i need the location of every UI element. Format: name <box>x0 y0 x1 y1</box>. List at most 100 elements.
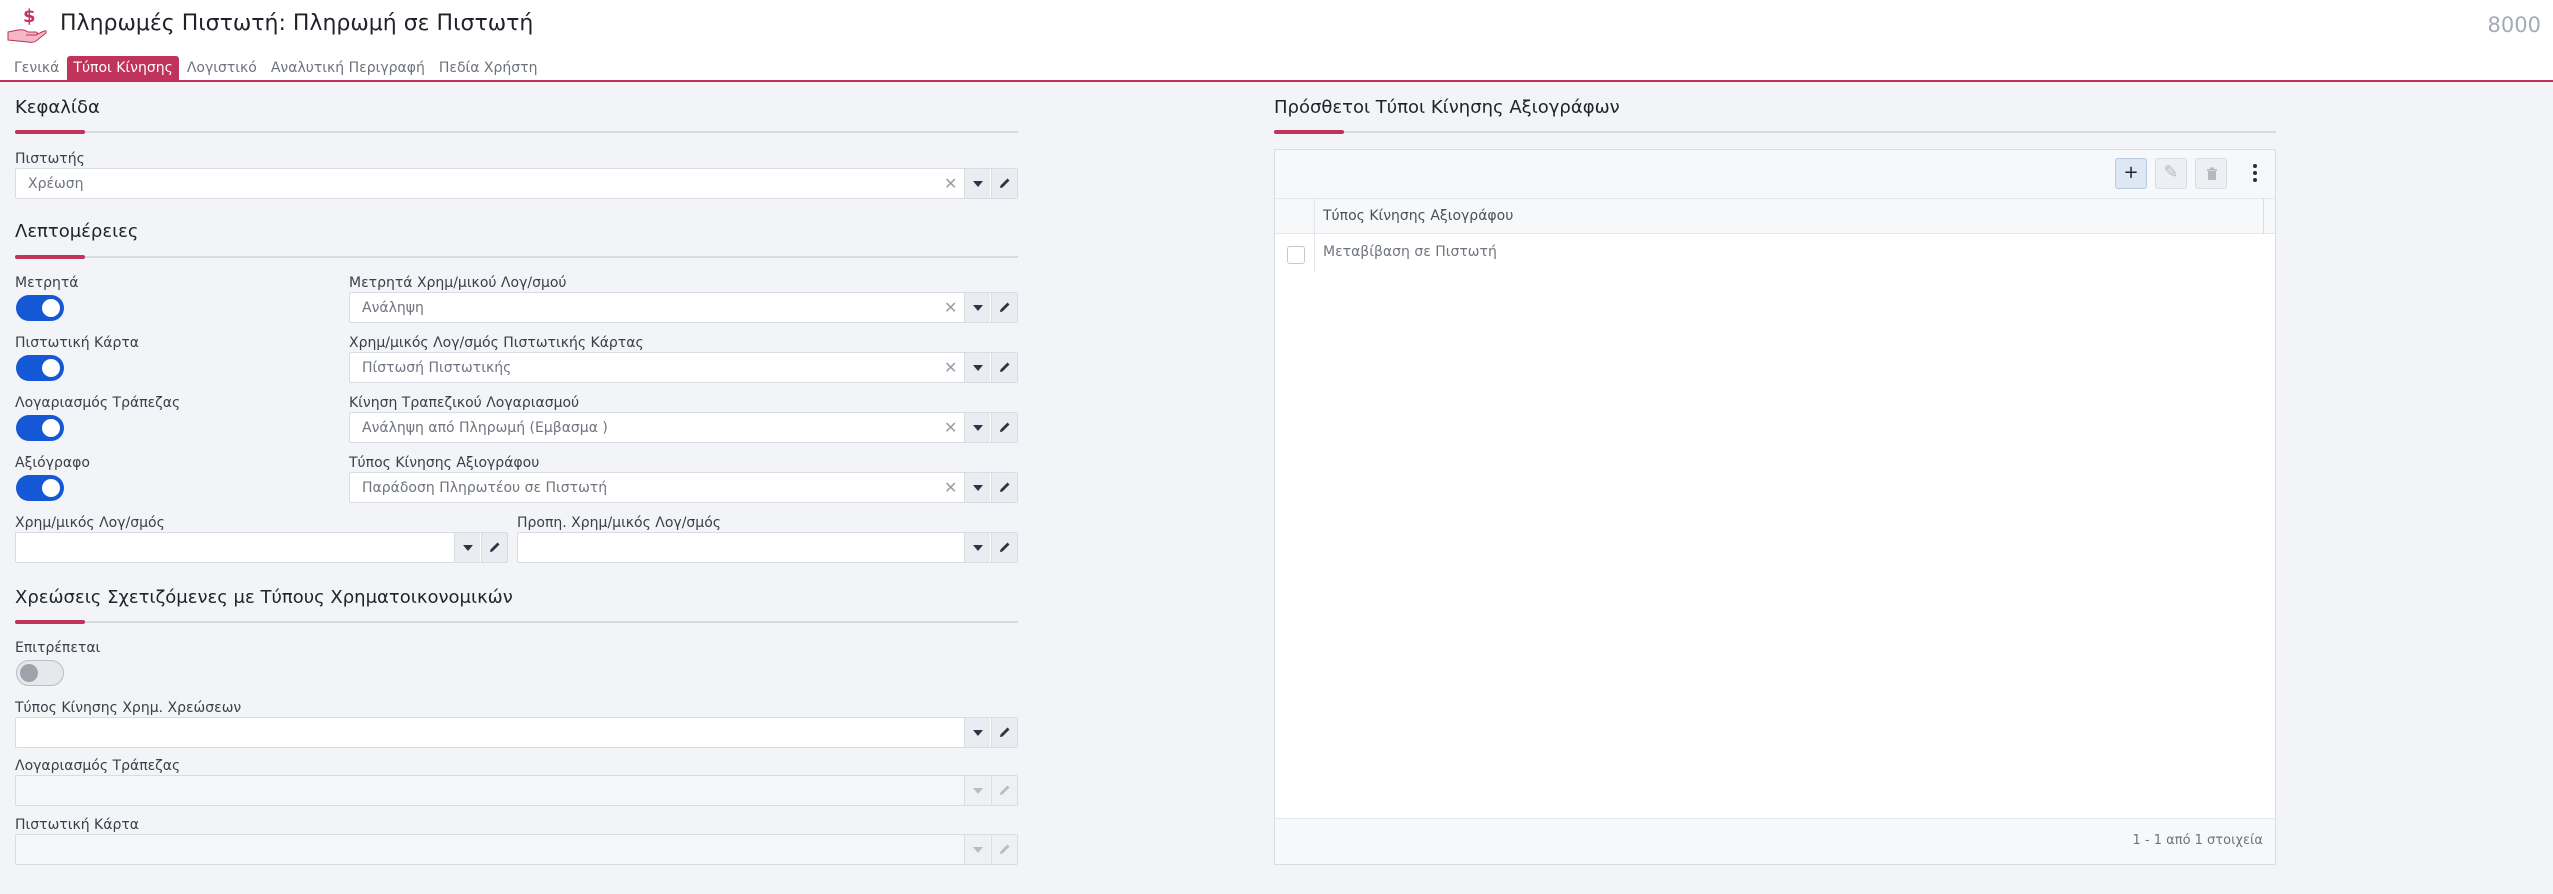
clear-icon[interactable]: ✕ <box>944 418 957 437</box>
section-accent <box>15 130 85 134</box>
plus-icon: + <box>2123 162 2139 183</box>
edit-button[interactable] <box>991 413 1017 442</box>
edit-row-button[interactable]: ✎ <box>2155 158 2187 189</box>
chevron-down-icon <box>973 425 983 431</box>
credit-card-account-value: Πίστωσή Πιστωτικής <box>362 360 512 376</box>
edit-button[interactable] <box>991 169 1017 198</box>
charge-movement-type-field[interactable] <box>15 717 1018 748</box>
add-button[interactable]: + <box>2115 158 2147 189</box>
chevron-down-icon <box>973 788 983 794</box>
edit-button[interactable] <box>991 293 1017 322</box>
trash-icon <box>2207 167 2217 180</box>
chevron-down-icon <box>973 485 983 491</box>
delete-button[interactable] <box>2195 158 2227 189</box>
pencil-icon <box>1000 422 1010 432</box>
edit-button <box>991 835 1017 864</box>
clear-icon[interactable]: ✕ <box>944 358 957 377</box>
bank-movement-value: Ανάληψη από Πληρωμή (Εμβασμα ) <box>362 420 608 436</box>
tab-bar: Γενικά Τύποι Κίνησης Λογιστικό Αναλυτική… <box>8 56 545 82</box>
tab-movement-types[interactable]: Τύποι Κίνησης <box>67 56 179 81</box>
edit-button[interactable] <box>991 353 1017 382</box>
charges-bank-account-label: Λογαριασμός Τράπεζας <box>15 758 181 774</box>
section-divider <box>15 256 1018 258</box>
record-number: 8000 <box>2487 13 2541 37</box>
dropdown-button[interactable] <box>964 169 990 198</box>
credit-card-account-field[interactable]: Πίστωσή Πιστωτικής ✕ <box>349 352 1018 383</box>
cheque-movement-field[interactable]: Παράδοση Πληρωτέου σε Πιστωτή ✕ <box>349 472 1018 503</box>
top-bar: $ Πληρωμές Πιστωτή: Πληρωμή σε Πιστωτή 8… <box>0 0 2553 82</box>
chevron-down-icon <box>463 545 473 551</box>
charges-credit-card-field <box>15 834 1018 865</box>
section-title-cheque-types: Πρόσθετοι Τύποι Κίνησης Αξιογράφων <box>1274 97 1620 118</box>
cash-toggle[interactable] <box>16 295 64 321</box>
section-accent <box>1274 130 1344 134</box>
tab-general[interactable]: Γενικά <box>8 56 65 81</box>
financial-account-field[interactable] <box>15 532 508 563</box>
tab-accounting[interactable]: Λογιστικό <box>181 56 263 81</box>
pencil-icon <box>1000 542 1010 552</box>
edit-button[interactable] <box>991 473 1017 502</box>
pencil-icon <box>490 542 500 552</box>
section-divider <box>15 621 1018 623</box>
bank-movement-field[interactable]: Ανάληψη από Πληρωμή (Εμβασμα ) ✕ <box>349 412 1018 443</box>
clear-icon[interactable]: ✕ <box>944 298 957 317</box>
chevron-down-icon <box>973 545 983 551</box>
pager-info: 1 - 1 από 1 στοιχεία <box>2132 833 2263 848</box>
page-title: Πληρωμές Πιστωτή: Πληρωμή σε Πιστωτή <box>60 11 534 36</box>
edit-button[interactable] <box>991 533 1017 562</box>
tab-detailed-description[interactable]: Αναλυτική Περιγραφή <box>265 56 431 81</box>
prepaid-financial-account-field[interactable] <box>517 532 1018 563</box>
column-header-cheque-movement-type[interactable]: Τύπος Κίνησης Αξιογράφου <box>1323 208 1513 224</box>
row-checkbox[interactable] <box>1287 246 1305 264</box>
toggle-knob <box>42 299 60 317</box>
pencil-icon <box>1000 482 1010 492</box>
credit-card-label: Πιστωτική Κάρτα <box>15 335 139 351</box>
cash-account-movement-value: Ανάληψη <box>362 300 424 316</box>
dropdown-button <box>964 776 990 805</box>
clear-icon[interactable]: ✕ <box>944 174 957 193</box>
bank-account-toggle[interactable] <box>16 415 64 441</box>
pencil-icon <box>1000 844 1010 854</box>
more-options-icon[interactable] <box>2247 162 2263 186</box>
credit-card-account-label: Χρημ/μικός Λογ/σμός Πιστωτικής Κάρτας <box>349 335 644 351</box>
creditor-label: Πιστωτής <box>15 151 85 167</box>
dropdown-button[interactable] <box>964 413 990 442</box>
table-row[interactable]: Μεταβίβαση σε Πιστωτή <box>1275 234 2275 272</box>
row-select-cell <box>1275 234 1315 272</box>
dropdown-button[interactable] <box>964 718 990 747</box>
edit-button <box>991 776 1017 805</box>
allowed-toggle[interactable] <box>16 660 64 686</box>
dropdown-button[interactable] <box>964 293 990 322</box>
charges-bank-account-field <box>15 775 1018 806</box>
cash-account-movement-field[interactable]: Ανάληψη ✕ <box>349 292 1018 323</box>
grid-toolbar: + ✎ <box>1275 150 2275 199</box>
creditor-field[interactable]: Χρέωση ✕ <box>15 168 1018 199</box>
dropdown-button[interactable] <box>964 473 990 502</box>
charges-credit-card-label: Πιστωτική Κάρτα <box>15 817 139 833</box>
dropdown-button[interactable] <box>964 533 990 562</box>
section-divider <box>1274 131 2276 133</box>
dropdown-button[interactable] <box>454 533 480 562</box>
chevron-down-icon <box>973 365 983 371</box>
financial-account-label: Χρημ/μικός Λογ/σμός <box>15 515 165 531</box>
row-cell: Μεταβίβαση σε Πιστωτή <box>1323 244 1497 260</box>
creditor-value: Χρέωση <box>28 176 84 192</box>
clear-icon[interactable]: ✕ <box>944 478 957 497</box>
select-column-header <box>1275 199 1315 234</box>
tab-user-fields[interactable]: Πεδία Χρήστη <box>433 56 544 81</box>
cheque-movement-value: Παράδοση Πληρωτέου σε Πιστωτή <box>362 480 608 496</box>
toggle-knob <box>42 419 60 437</box>
edit-button[interactable] <box>991 718 1017 747</box>
pencil-icon <box>1000 785 1010 795</box>
edit-button[interactable] <box>481 533 507 562</box>
credit-card-toggle[interactable] <box>16 355 64 381</box>
chevron-down-icon <box>973 730 983 736</box>
prepaid-financial-account-label: Προπη. Χρημ/μικός Λογ/σμός <box>517 515 721 531</box>
chevron-down-icon <box>973 847 983 853</box>
grid-header: Τύπος Κίνησης Αξιογράφου <box>1275 199 2275 234</box>
bank-movement-label: Κίνηση Τραπεζικού Λογαριασμού <box>349 395 580 411</box>
dropdown-button[interactable] <box>964 353 990 382</box>
chevron-down-icon <box>973 181 983 187</box>
cheque-toggle[interactable] <box>16 475 64 501</box>
svg-text:$: $ <box>23 6 36 27</box>
